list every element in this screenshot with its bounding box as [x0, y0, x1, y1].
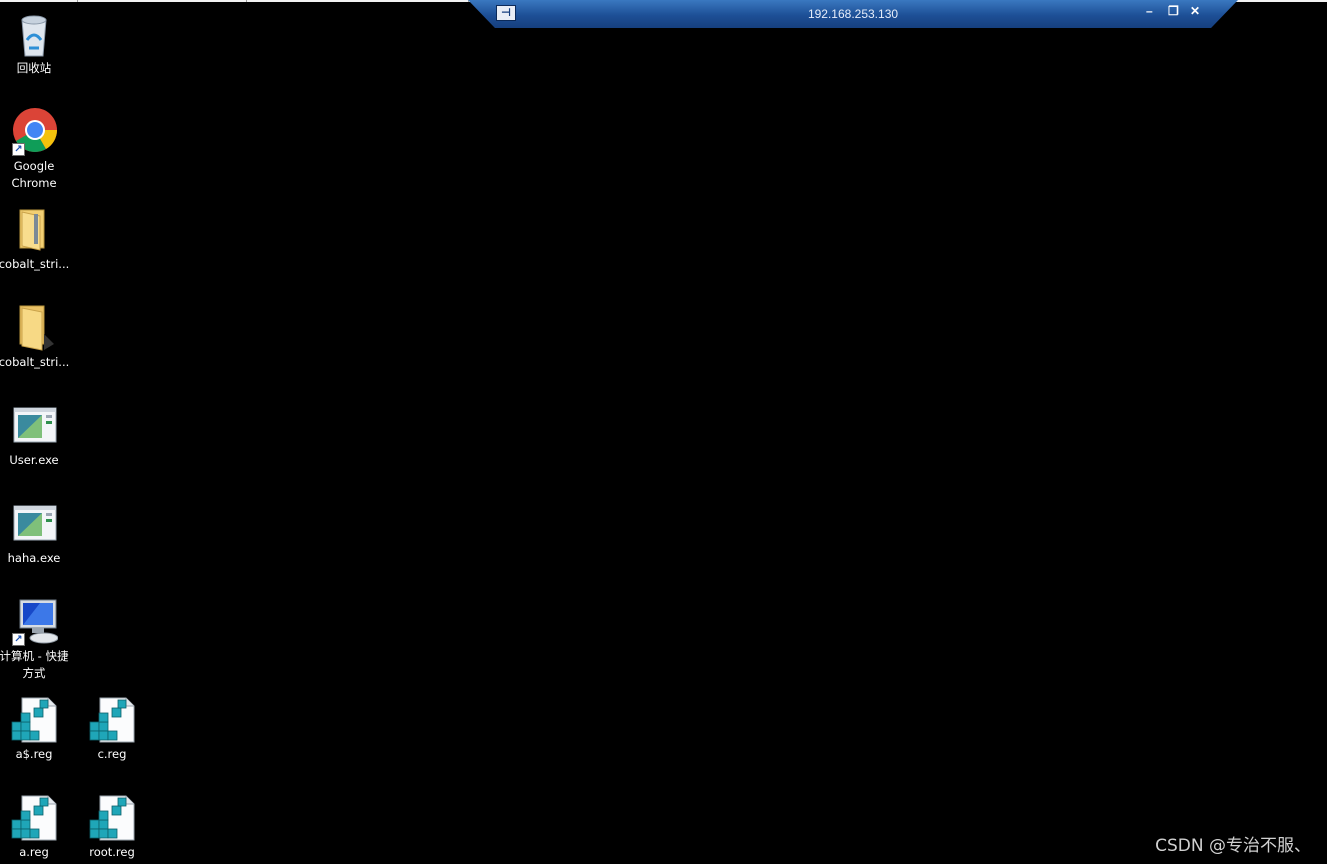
- desktop-icon-label: haha.exe: [7, 551, 61, 565]
- recycle-bin-icon: [10, 10, 58, 58]
- desktop-icon-chrome[interactable]: ↗ Google Chrome: [0, 108, 71, 192]
- desktop-icon-root-reg[interactable]: root.reg: [75, 794, 149, 861]
- minimize-button[interactable]: –: [1146, 4, 1153, 18]
- desktop-icon-label: root.reg: [89, 845, 135, 859]
- exe-icon: [10, 500, 58, 548]
- desktop-icon-user-exe[interactable]: User.exe: [0, 402, 71, 469]
- registry-file-icon: [88, 794, 136, 842]
- desktop-icon-computer-shortcut[interactable]: ↗ 计算机 - 快捷 方式: [0, 598, 71, 682]
- zip-folder-icon: [10, 206, 58, 254]
- csdn-watermark: CSDN @专治不服、: [1155, 836, 1311, 856]
- desktop-icon-a-dollar-reg[interactable]: a$.reg: [0, 696, 71, 763]
- registry-file-icon: [10, 696, 58, 744]
- desktop-icon-label: a$.reg: [15, 747, 53, 761]
- exe-icon: [10, 402, 58, 450]
- remote-desktop-connection-bar[interactable]: ⊣ 192.168.253.130 – ❐ ✕: [468, 0, 1238, 28]
- shortcut-arrow-icon: ↗: [12, 633, 25, 646]
- registry-file-icon: [10, 794, 58, 842]
- desktop-icon-haha-exe[interactable]: haha.exe: [0, 500, 71, 567]
- desktop-icon-zip-folder[interactable]: cobalt_stri...: [0, 206, 71, 273]
- desktop-icon-label: cobalt_stri...: [0, 355, 70, 369]
- shortcut-arrow-icon: ↗: [12, 143, 25, 156]
- desktop-icon-label: cobalt_stri...: [0, 257, 70, 271]
- desktop-icon-label: User.exe: [9, 453, 59, 467]
- restore-button[interactable]: ❐: [1168, 4, 1179, 18]
- desktop-icon-c-reg[interactable]: c.reg: [75, 696, 149, 763]
- desktop-icon-label: c.reg: [97, 747, 127, 761]
- computer-icon: ↗: [10, 598, 59, 646]
- desktop-icon-label: a.reg: [19, 845, 49, 859]
- desktop-icon-label: 计算机 - 快捷 方式: [0, 649, 69, 680]
- desktop-icon-folder[interactable]: cobalt_stri...: [0, 304, 71, 371]
- close-button[interactable]: ✕: [1190, 4, 1200, 18]
- desktop-icon-label: Google Chrome: [11, 159, 57, 190]
- desktop-icon-recycle-bin[interactable]: 回收站: [0, 10, 71, 77]
- remote-host-title: 192.168.253.130: [807, 7, 899, 21]
- desktop-icon-label: 回收站: [16, 61, 52, 75]
- chrome-icon: ↗: [10, 108, 58, 156]
- registry-file-icon: [88, 696, 136, 744]
- desktop-icon-a-reg[interactable]: a.reg: [0, 794, 71, 861]
- folder-icon: [10, 304, 58, 352]
